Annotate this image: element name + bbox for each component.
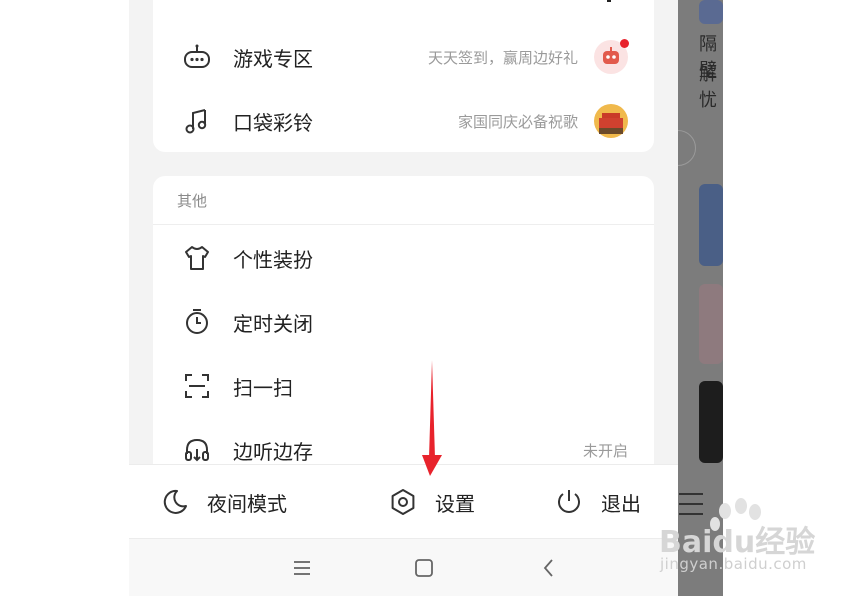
back-nav-icon[interactable]: [534, 553, 564, 583]
side-drawer: 游戏专区 天天签到，赢周边好礼 口袋彩铃 家国同庆必备祝歌 其他 个性装扮 定时…: [129, 0, 678, 596]
menu-item-hint: 家国同庆必备祝歌: [457, 112, 578, 131]
ringtone-avatar: [594, 104, 628, 138]
menu-card-services: 游戏专区 天天签到，赢周边好礼 口袋彩铃 家国同庆必备祝歌: [153, 0, 654, 152]
logout-label: 退出: [601, 491, 641, 516]
menu-card-other: 其他 个性装扮 定时关闭 扫一扫 边听边存 未开启: [153, 176, 654, 486]
watermark-url: jingyan.baidu.com: [660, 555, 807, 573]
moon-icon: [163, 489, 187, 514]
menu-nav-icon[interactable]: [287, 553, 317, 583]
menu-item-sleep-timer[interactable]: 定时关闭: [153, 290, 654, 354]
menu-item-game-zone[interactable]: 游戏专区 天天签到，赢周边好礼: [153, 25, 654, 89]
logout-button[interactable]: 退出: [555, 465, 641, 539]
menu-item-hint: 天天签到，赢周边好礼: [427, 48, 578, 67]
music-note-icon: [185, 109, 207, 134]
night-mode-button[interactable]: 夜间模式: [161, 465, 287, 539]
settings-button[interactable]: 设置: [389, 465, 475, 539]
drawer-bottom-bar: 夜间模式 设置 退出: [129, 464, 678, 539]
background-card: [699, 381, 723, 463]
cropped-item-icon: [183, 0, 211, 2]
power-icon: [558, 490, 580, 513]
menu-item-label: 定时关闭: [233, 311, 313, 336]
cropped-item-avatar: [607, 0, 611, 2]
menu-item-scan[interactable]: 扫一扫: [153, 354, 654, 418]
night-mode-label: 夜间模式: [207, 491, 287, 516]
menu-item-theme[interactable]: 个性装扮: [153, 226, 654, 290]
menu-item-label: 游戏专区: [233, 46, 313, 71]
background-text: 解忧: [699, 64, 717, 111]
game-avatar: [594, 39, 629, 74]
home-nav-icon[interactable]: [409, 553, 439, 583]
settings-label: 设置: [435, 491, 475, 516]
menu-item-status: 未开启: [582, 441, 628, 460]
gamepad-icon: [184, 44, 210, 68]
headphones-download-icon: [185, 438, 209, 462]
menu-item-label: 扫一扫: [233, 375, 293, 400]
system-navigation-bar: [129, 538, 678, 596]
background-card: [699, 0, 723, 24]
background-card: [699, 284, 723, 364]
section-divider: [153, 224, 654, 225]
phone-screen: 隔壁 解忧 游戏专区 天天签到，赢周边好礼 口袋彩铃 家国同庆必备祝歌 其他 个…: [129, 0, 723, 596]
menu-item-pocket-ringtone[interactable]: 口袋彩铃 家国同庆必备祝歌: [153, 89, 654, 153]
menu-item-label: 个性装扮: [233, 247, 313, 272]
menu-item-label: 口袋彩铃: [233, 110, 313, 135]
scan-icon: [185, 374, 209, 398]
menu-item-label: 边听边存: [233, 439, 313, 464]
settings-hexagon-icon: [391, 489, 415, 515]
background-card: [699, 184, 723, 266]
section-title: 其他: [177, 192, 208, 210]
tshirt-icon: [185, 246, 209, 270]
notification-badge: [620, 39, 629, 48]
timer-icon: [186, 309, 208, 334]
